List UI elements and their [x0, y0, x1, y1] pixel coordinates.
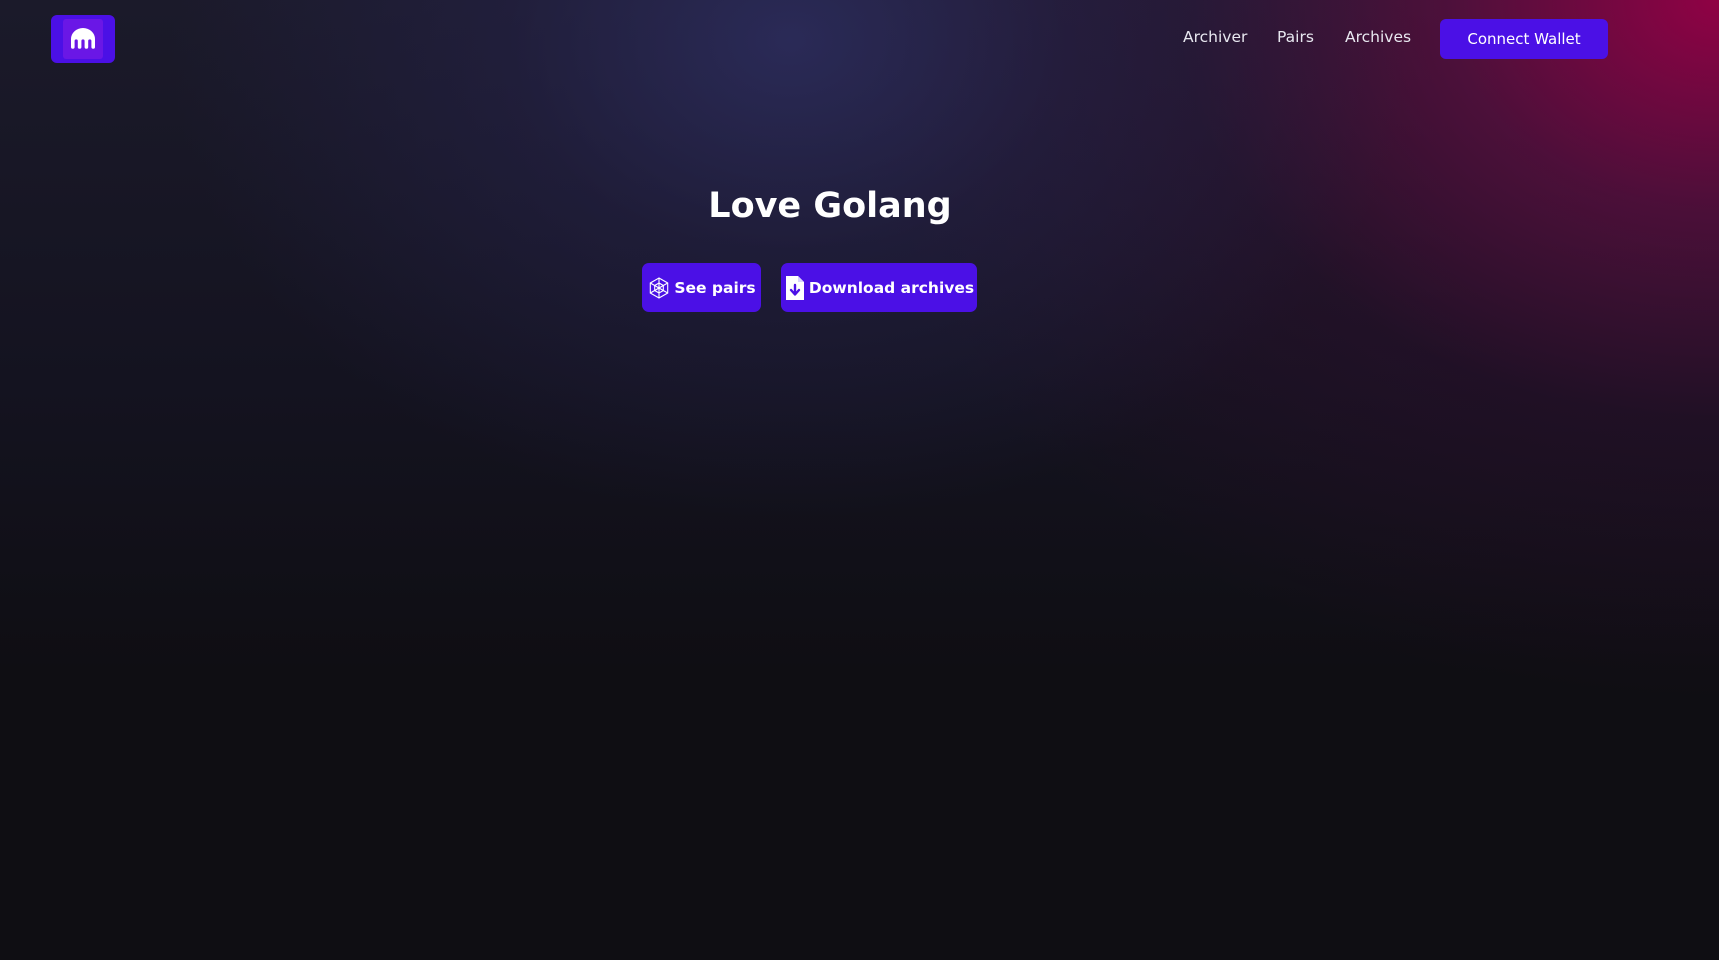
nav-link-archives[interactable]: Archives	[1345, 28, 1411, 46]
logo-inner	[63, 19, 103, 59]
download-archives-label: Download archives	[808, 278, 975, 297]
connect-wallet-button[interactable]: Connect Wallet	[1440, 19, 1608, 59]
logo[interactable]	[51, 15, 115, 63]
nav-link-pairs[interactable]: Pairs	[1277, 28, 1314, 46]
download-archives-button[interactable]: Download archives	[781, 263, 977, 312]
page: Archiver Pairs Archives Connect Wallet L…	[0, 0, 1719, 960]
hexagon-network-icon	[647, 276, 671, 300]
navbar: Archiver Pairs Archives Connect Wallet	[0, 0, 1719, 78]
see-pairs-label: See pairs	[674, 278, 756, 297]
see-pairs-button[interactable]: See pairs	[642, 263, 761, 312]
hero-title: Love Golang	[708, 186, 952, 226]
nav-link-archiver[interactable]: Archiver	[1183, 28, 1247, 46]
file-download-icon	[784, 275, 806, 301]
kraken-logo-icon	[71, 28, 95, 49]
